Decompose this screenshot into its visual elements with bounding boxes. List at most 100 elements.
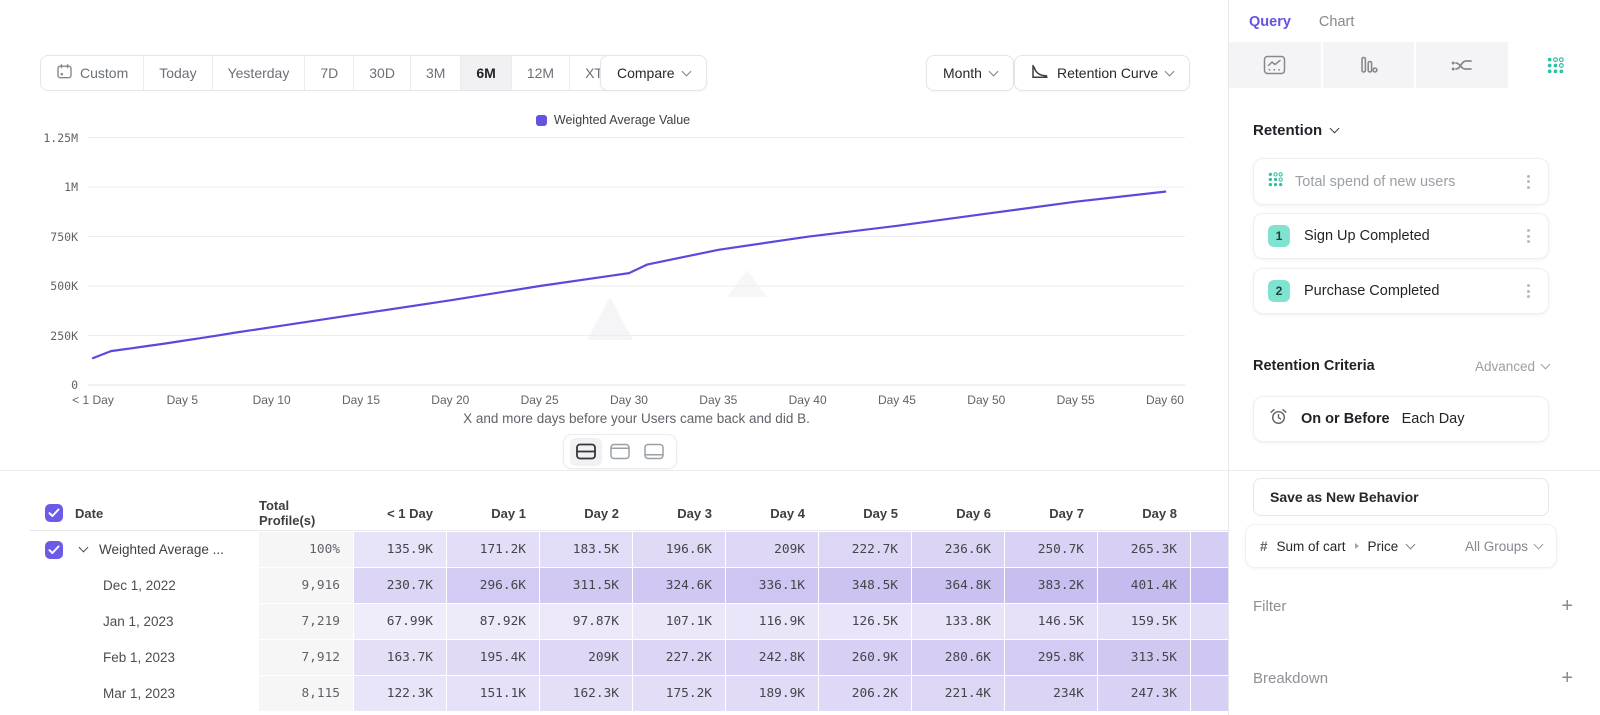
- retention-value-cell[interactable]: 67.99K: [354, 604, 446, 639]
- date-range-12m[interactable]: 12M: [512, 56, 570, 90]
- retention-value-cell[interactable]: 313.5K: [1098, 640, 1190, 675]
- add-filter-button[interactable]: +: [1561, 596, 1573, 616]
- kebab-menu-icon[interactable]: [1523, 280, 1534, 302]
- retention-value-cell[interactable]: 162.3K: [540, 676, 632, 711]
- retention-value-cell[interactable]: 227.2K: [633, 640, 725, 675]
- table-row-label[interactable]: Feb 1, 2023: [30, 640, 258, 675]
- kebab-menu-icon[interactable]: [1523, 171, 1534, 193]
- split-view-toggle-button[interactable]: [570, 438, 602, 466]
- kebab-menu-icon[interactable]: [1523, 225, 1534, 247]
- date-range-today[interactable]: Today: [144, 56, 212, 90]
- retention-value-cell[interactable]: 250.7K: [1005, 532, 1097, 567]
- chevron-down-icon[interactable]: [79, 543, 89, 553]
- retention-value-cell[interactable]: 133.8K: [912, 604, 1004, 639]
- criteria-mode-dropdown[interactable]: Advanced: [1475, 359, 1549, 374]
- retention-value-cell[interactable]: 159.5K: [1098, 604, 1190, 639]
- retention-value-cell[interactable]: 107.1K: [633, 604, 725, 639]
- row-checkbox[interactable]: [45, 504, 63, 522]
- retention-curve-chart: Weighted Average Value 0250K500K750K1M1.…: [0, 100, 1228, 430]
- compare-button[interactable]: Compare: [600, 55, 707, 91]
- retention-value-cell[interactable]: 97.87K: [540, 604, 632, 639]
- date-range-custom[interactable]: Custom: [41, 56, 144, 90]
- retention-value-cell[interactable]: 265.3K: [1098, 532, 1190, 567]
- retention-value-cell[interactable]: 146.5K: [1005, 604, 1097, 639]
- date-range-6m[interactable]: 6M: [461, 56, 511, 90]
- retention-value-cell[interactable]: 195.4K: [447, 640, 539, 675]
- retention-value-cell[interactable]: 209K: [726, 532, 818, 567]
- retention-value-cell[interactable]: 222.7K: [819, 532, 911, 567]
- retention-value-cell[interactable]: 280.6K: [912, 640, 1004, 675]
- table-row-label[interactable]: Jan 1, 2023: [30, 604, 258, 639]
- bar-chart-icon[interactable]: [1323, 42, 1417, 88]
- flow-icon[interactable]: [1416, 42, 1510, 88]
- line-chart-icon[interactable]: [1229, 42, 1323, 88]
- chart-legend: Weighted Average Value: [88, 113, 1138, 129]
- table-row-label[interactable]: Dec 1, 2022: [30, 568, 258, 603]
- retention-value-cell[interactable]: 209K: [540, 640, 632, 675]
- retention-value-cell[interactable]: 175.2K: [633, 676, 725, 711]
- retention-value-cell[interactable]: 135.9K: [354, 532, 446, 567]
- column-header-9: Day 7: [1005, 496, 1097, 531]
- retention-value-cell[interactable]: 116.9K: [726, 604, 818, 639]
- retention-value-cell[interactable]: 122.3K: [354, 676, 446, 711]
- column-header-label: Day 4: [770, 506, 805, 521]
- step-card-2[interactable]: 2Purchase Completed: [1253, 268, 1549, 314]
- retention-value-cell[interactable]: 295.8K: [1005, 640, 1097, 675]
- granularity-button[interactable]: Month: [926, 55, 1014, 91]
- retention-value-cell[interactable]: 336.1K: [726, 568, 818, 603]
- retention-value-cell[interactable]: 126.5K: [819, 604, 911, 639]
- tab-chart[interactable]: Chart: [1319, 10, 1354, 42]
- chart-focus-view-toggle-button[interactable]: [604, 438, 636, 466]
- query-panel: Query Chart Retention Total spend of new …: [1228, 0, 1600, 715]
- retention-value-cell[interactable]: 151.1K: [447, 676, 539, 711]
- criteria-condition-card[interactable]: On or Before Each Day: [1253, 396, 1549, 442]
- retention-section-header[interactable]: Retention: [1253, 122, 1338, 139]
- retention-value-cell[interactable]: 247.3K: [1098, 676, 1190, 711]
- x-tick-label: Day 40: [765, 393, 851, 407]
- retention-value-cell[interactable]: 87.92K: [447, 604, 539, 639]
- date-range-yesterday[interactable]: Yesterday: [213, 56, 306, 90]
- save-as-new-behavior-button[interactable]: Save as New Behavior: [1253, 478, 1549, 516]
- tab-query[interactable]: Query: [1249, 10, 1291, 42]
- retention-value-cell[interactable]: 206.2K: [819, 676, 911, 711]
- retention-value-cell[interactable]: 221.4K: [912, 676, 1004, 711]
- date-range-30d[interactable]: 30D: [354, 56, 411, 90]
- row-checkbox[interactable]: [45, 541, 63, 559]
- retention-value-cell[interactable]: 296.6K: [447, 568, 539, 603]
- retention-value-cell[interactable]: 242.8K: [726, 640, 818, 675]
- behavior-name-card[interactable]: Total spend of new users: [1253, 158, 1549, 205]
- retention-value-cell[interactable]: 163.7K: [354, 640, 446, 675]
- retention-value-cell[interactable]: 171.2K: [447, 532, 539, 567]
- step-card-1[interactable]: 1Sign Up Completed: [1253, 213, 1549, 259]
- table-row-label[interactable]: Mar 1, 2023: [30, 676, 258, 711]
- date-range-7d[interactable]: 7D: [305, 56, 354, 90]
- date-range-3m[interactable]: 3M: [411, 56, 461, 90]
- column-header-label: Day 6: [956, 506, 991, 521]
- add-breakdown-button[interactable]: +: [1561, 668, 1573, 688]
- chart-style-button[interactable]: Retention Curve: [1014, 55, 1190, 91]
- retention-value-cell[interactable]: 364.8K: [912, 568, 1004, 603]
- measure-row[interactable]: # Sum of cart Price All Groups: [1245, 524, 1557, 568]
- retention-value-cell[interactable]: 234K: [1005, 676, 1097, 711]
- retention-value-cell[interactable]: 230.7K: [354, 568, 446, 603]
- retention-grid-icon: [1268, 172, 1283, 192]
- retention-grid-icon[interactable]: [1510, 42, 1600, 88]
- retention-value-cell[interactable]: 196.6K: [633, 532, 725, 567]
- table-row-label[interactable]: Weighted Average ...: [30, 532, 258, 567]
- column-header-date: Date: [30, 496, 258, 531]
- retention-value-cell[interactable]: 236.6K: [912, 532, 1004, 567]
- table-focus-view-toggle-button[interactable]: [638, 438, 670, 466]
- retention-value-cell[interactable]: 260.9K: [819, 640, 911, 675]
- retention-value-cell[interactable]: 401.4K: [1098, 568, 1190, 603]
- retention-value-cell[interactable]: 311.5K: [540, 568, 632, 603]
- retention-value-cell[interactable]: 324.6K: [633, 568, 725, 603]
- retention-value-cell[interactable]: 189.9K: [726, 676, 818, 711]
- retention-value-cell[interactable]: 383.2K: [1005, 568, 1097, 603]
- date-range-label: 7D: [320, 65, 338, 81]
- series-line[interactable]: [93, 192, 1165, 359]
- retention-value-cell[interactable]: 183.5K: [540, 532, 632, 567]
- retention-value-cell[interactable]: 348.5K: [819, 568, 911, 603]
- chevron-down-icon: [1165, 66, 1175, 76]
- x-tick-label: Day 55: [1033, 393, 1119, 407]
- groups-dropdown[interactable]: All Groups: [1465, 539, 1542, 554]
